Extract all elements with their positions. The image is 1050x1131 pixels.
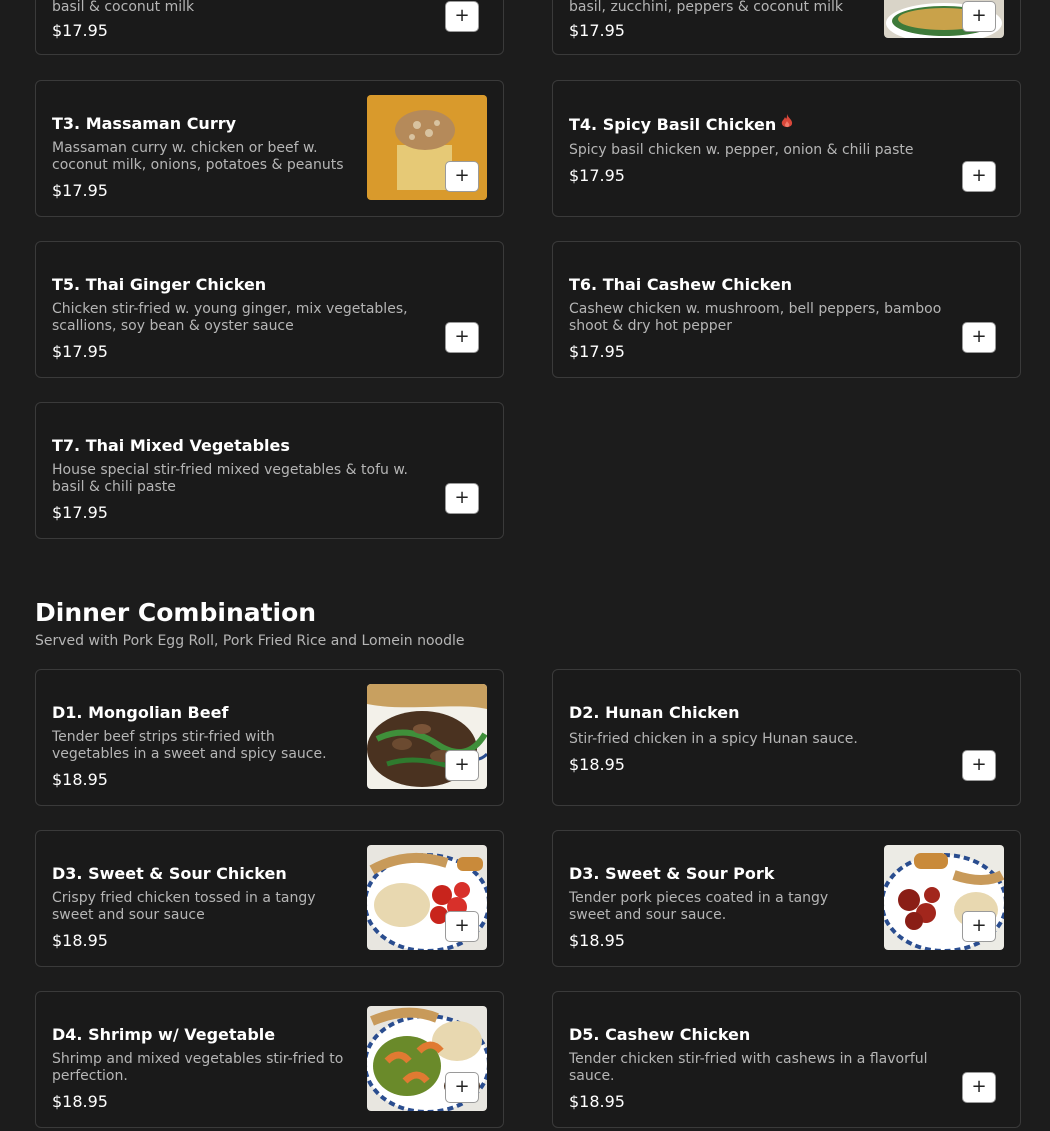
item-price: $17.95: [52, 503, 108, 522]
item-description: Chicken stir-fried w. young ginger, mix …: [52, 301, 408, 334]
flame-icon: [781, 114, 793, 133]
menu-item-card[interactable]: T3. Massaman Curry Massaman curry w. chi…: [35, 80, 504, 217]
menu-item-card[interactable]: basil, zucchini, peppers & coconut milk …: [552, 0, 1021, 55]
item-price: $18.95: [52, 931, 108, 950]
add-to-cart-button[interactable]: +: [445, 161, 479, 192]
add-to-cart-button[interactable]: +: [962, 1072, 996, 1103]
item-title: D5. Cashew Chicken: [569, 1025, 751, 1044]
item-description: Stir-fried chicken in a spicy Hunan sauc…: [569, 731, 858, 747]
section-subtitle: Served with Pork Egg Roll, Pork Fried Ri…: [35, 633, 465, 649]
add-to-cart-button[interactable]: +: [445, 911, 479, 942]
add-to-cart-button[interactable]: +: [962, 1, 996, 32]
item-price: $17.95: [569, 166, 625, 185]
item-title: D4. Shrimp w/ Vegetable: [52, 1025, 276, 1044]
menu-item-card[interactable]: basil & coconut milk $17.95 +: [35, 0, 504, 55]
menu-item-card[interactable]: D4. Shrimp w/ Vegetable Shrimp and mixed…: [35, 991, 504, 1128]
item-description: House special stir-fried mixed vegetable…: [52, 462, 408, 495]
item-price: $18.95: [569, 1092, 625, 1111]
item-price: $17.95: [52, 181, 108, 200]
add-to-cart-button[interactable]: +: [445, 483, 479, 514]
menu-item-card[interactable]: T7. Thai Mixed Vegetables House special …: [35, 402, 504, 539]
item-price: $17.95: [52, 21, 108, 40]
item-description: basil, zucchini, peppers & coconut milk: [569, 0, 843, 15]
item-description: Tender chicken stir-fried with cashews i…: [569, 1051, 928, 1084]
item-description: Crispy fried chicken tossed in a tangy s…: [52, 890, 316, 923]
add-to-cart-button[interactable]: +: [445, 322, 479, 353]
section-title: Dinner Combination: [35, 598, 317, 627]
item-description: Massaman curry w. chicken or beef w. coc…: [52, 140, 344, 173]
item-description: basil & coconut milk: [52, 0, 195, 15]
item-title: T7. Thai Mixed Vegetables: [52, 436, 290, 455]
menu-item-card[interactable]: T6. Thai Cashew Chicken Cashew chicken w…: [552, 241, 1021, 378]
item-title: T3. Massaman Curry: [52, 114, 237, 133]
menu-item-card[interactable]: D3. Sweet & Sour Pork Tender pork pieces…: [552, 830, 1021, 967]
item-title: D1. Mongolian Beef: [52, 703, 229, 722]
item-description: Tender beef strips stir-fried with veget…: [52, 729, 327, 762]
item-price: $18.95: [52, 1092, 108, 1111]
item-price: $18.95: [52, 770, 108, 789]
item-description: Spicy basil chicken w. pepper, onion & c…: [569, 142, 914, 158]
add-to-cart-button[interactable]: +: [445, 1, 479, 32]
item-title-text: T4. Spicy Basil Chicken: [569, 115, 777, 134]
item-description: Tender pork pieces coated in a tangy swe…: [569, 890, 829, 923]
add-to-cart-button[interactable]: +: [445, 1072, 479, 1103]
item-title: D2. Hunan Chicken: [569, 703, 740, 722]
item-title: T4. Spicy Basil Chicken: [569, 114, 793, 134]
add-to-cart-button[interactable]: +: [962, 750, 996, 781]
item-description: Shrimp and mixed vegetables stir-fried t…: [52, 1051, 344, 1084]
item-price: $18.95: [569, 931, 625, 950]
item-price: $17.95: [569, 21, 625, 40]
add-to-cart-button[interactable]: +: [445, 750, 479, 781]
menu-item-card[interactable]: D3. Sweet & Sour Chicken Crispy fried ch…: [35, 830, 504, 967]
menu-item-card[interactable]: D1. Mongolian Beef Tender beef strips st…: [35, 669, 504, 806]
add-to-cart-button[interactable]: +: [962, 911, 996, 942]
add-to-cart-button[interactable]: +: [962, 322, 996, 353]
menu-item-card[interactable]: T5. Thai Ginger Chicken Chicken stir-fri…: [35, 241, 504, 378]
item-price: $18.95: [569, 755, 625, 774]
item-description: Cashew chicken w. mushroom, bell peppers…: [569, 301, 942, 334]
item-price: $17.95: [569, 342, 625, 361]
item-price: $17.95: [52, 342, 108, 361]
item-title: T5. Thai Ginger Chicken: [52, 275, 267, 294]
menu-item-card[interactable]: D2. Hunan Chicken Stir-fried chicken in …: [552, 669, 1021, 806]
menu-item-card[interactable]: D5. Cashew Chicken Tender chicken stir-f…: [552, 991, 1021, 1128]
menu-item-card[interactable]: T4. Spicy Basil Chicken Spicy basil chic…: [552, 80, 1021, 217]
add-to-cart-button[interactable]: +: [962, 161, 996, 192]
item-title: T6. Thai Cashew Chicken: [569, 275, 793, 294]
item-title: D3. Sweet & Sour Pork: [569, 864, 775, 883]
item-title: D3. Sweet & Sour Chicken: [52, 864, 287, 883]
